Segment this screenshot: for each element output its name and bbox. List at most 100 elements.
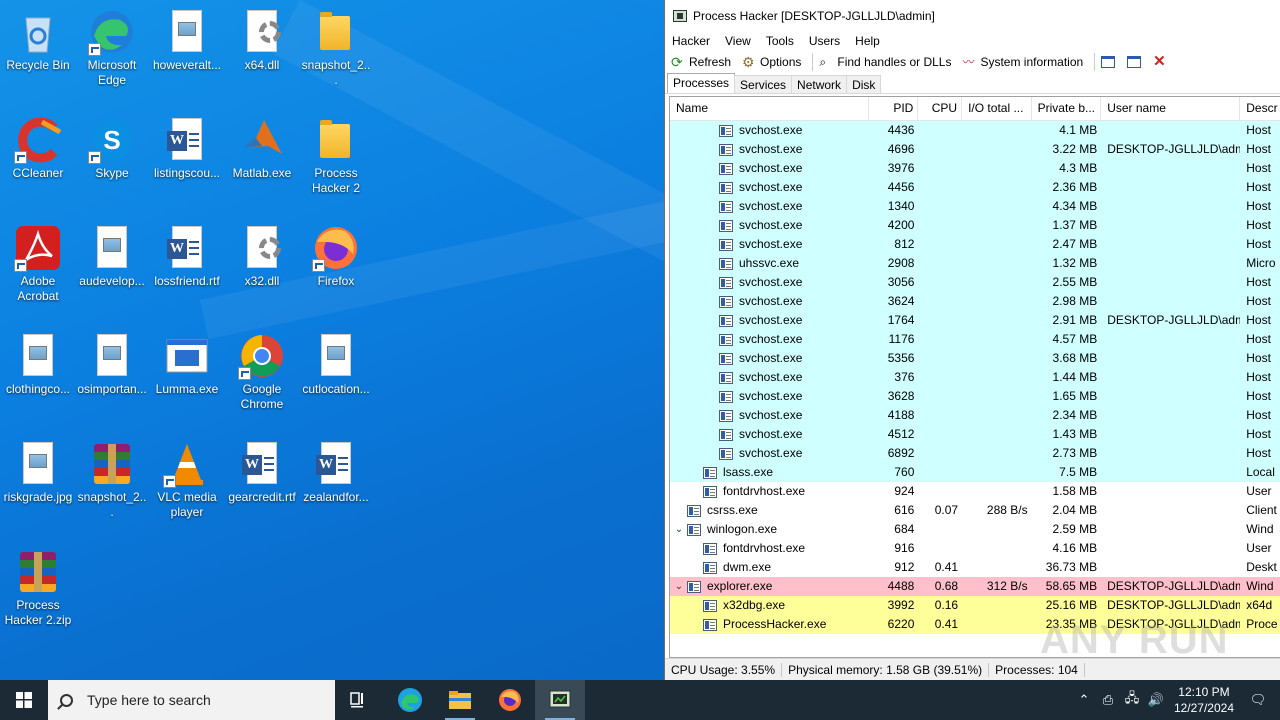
notification-icon[interactable]: 🗨 bbox=[1246, 692, 1270, 708]
task-view-button[interactable] bbox=[335, 680, 385, 720]
process-description: Deskt bbox=[1246, 560, 1277, 574]
process-row[interactable]: svchost.exe 1340 4.34 MB Host bbox=[670, 197, 1280, 216]
process-row[interactable]: svchost.exe 376 1.44 MB Host bbox=[670, 368, 1280, 387]
desktop-icon[interactable]: S Skype bbox=[74, 112, 150, 216]
chevron-up-icon[interactable]: ⌃ bbox=[1072, 692, 1096, 708]
column-header-description[interactable]: Descr bbox=[1240, 97, 1280, 121]
process-icon bbox=[719, 390, 733, 403]
process-cpu bbox=[918, 273, 962, 292]
usb-device-icon[interactable]: ⎙ bbox=[1096, 692, 1120, 708]
process-user-name bbox=[1101, 482, 1240, 501]
column-header-pid[interactable]: PID bbox=[869, 97, 919, 121]
desktop-icon[interactable]: osimportan... bbox=[74, 328, 150, 432]
desktop-icon[interactable]: Process Hacker 2 bbox=[298, 112, 374, 216]
process-row[interactable]: ⌄ explorer.exe 4488 0.68 312 B/s 58.65 MB DESK… bbox=[670, 577, 1280, 596]
process-row[interactable]: svchost.exe 4512 1.43 MB Host bbox=[670, 425, 1280, 444]
show-window-button[interactable] bbox=[1101, 56, 1119, 68]
process-row[interactable]: svchost.exe 4188 2.34 MB Host bbox=[670, 406, 1280, 425]
desktop-icon[interactable]: Google Chrome bbox=[224, 328, 300, 432]
clock[interactable]: 12:10 PM 12/27/2024 bbox=[1174, 684, 1234, 716]
desktop-icon[interactable]: snapshot_2... bbox=[298, 4, 374, 108]
taskbar-firefox[interactable] bbox=[485, 680, 535, 720]
start-button[interactable] bbox=[0, 680, 48, 720]
process-hacker-window[interactable]: Process Hacker [DESKTOP-JGLLJLD\admin] H… bbox=[664, 0, 1280, 680]
column-header-name[interactable]: Name bbox=[670, 97, 869, 121]
menu-help[interactable]: Help bbox=[855, 34, 880, 48]
process-row[interactable]: lsass.exe 760 7.5 MB Local bbox=[670, 463, 1280, 482]
chevron-down-icon[interactable]: ⌄ bbox=[674, 577, 684, 596]
desktop-icon[interactable]: riskgrade.jpg bbox=[0, 436, 76, 540]
process-row[interactable]: csrss.exe 616 0.07 288 B/s 2.04 MB Client bbox=[670, 501, 1280, 520]
process-tree[interactable]: Name PID CPU I/O total ... Private b... … bbox=[669, 96, 1280, 658]
desktop-icon[interactable]: Wgearcredit.rtf bbox=[224, 436, 300, 540]
desktop-icon[interactable]: Microsoft Edge bbox=[74, 4, 150, 108]
desktop-icon-label: audevelop... bbox=[79, 274, 145, 288]
process-row[interactable]: fontdrvhost.exe 916 4.16 MB User bbox=[670, 539, 1280, 558]
find-handles-button[interactable]: ⌕ Find handles or DLLs bbox=[819, 55, 951, 69]
desktop-icon[interactable]: Process Hacker 2.zip bbox=[0, 544, 76, 648]
process-row[interactable]: svchost.exe 1176 4.57 MB Host bbox=[670, 330, 1280, 349]
desktop-icon[interactable]: Wlossfriend.rtf bbox=[149, 220, 225, 324]
tab-processes[interactable]: Processes bbox=[667, 73, 736, 93]
process-row[interactable]: svchost.exe 3056 2.55 MB Host bbox=[670, 273, 1280, 292]
menu-hacker[interactable]: Hacker bbox=[672, 34, 710, 48]
process-row[interactable]: svchost.exe 5356 3.68 MB Host bbox=[670, 349, 1280, 368]
taskbar-edge[interactable] bbox=[385, 680, 435, 720]
column-header-io-total[interactable]: I/O total ... bbox=[962, 97, 1032, 121]
column-header-private-bytes[interactable]: Private b... bbox=[1032, 97, 1102, 121]
desktop-icon[interactable]: x32.dll bbox=[224, 220, 300, 324]
process-row[interactable]: x32dbg.exe 3992 0.16 25.16 MB DESKTOP-JGLLJL… bbox=[670, 596, 1280, 615]
desktop-icon[interactable]: clothingco... bbox=[0, 328, 76, 432]
process-row[interactable]: svchost.exe 4456 2.36 MB Host bbox=[670, 178, 1280, 197]
process-row[interactable]: ⌄ winlogon.exe 684 2.59 MB Wind bbox=[670, 520, 1280, 539]
title-bar[interactable]: Process Hacker [DESKTOP-JGLLJLD\admin] bbox=[665, 0, 1280, 31]
process-row[interactable]: svchost.exe 4200 1.37 MB Host bbox=[670, 216, 1280, 235]
menu-users[interactable]: Users bbox=[809, 34, 840, 48]
desktop-icon[interactable]: Firefox bbox=[298, 220, 374, 324]
terminate-button[interactable]: ✕ bbox=[1153, 54, 1171, 69]
process-user-name bbox=[1101, 178, 1240, 197]
options-button[interactable]: ⚙ Options bbox=[742, 55, 801, 69]
desktop-icon[interactable]: Wzealandfor... bbox=[298, 436, 374, 540]
desktop-icon[interactable]: Matlab.exe bbox=[224, 112, 300, 216]
process-row[interactable]: svchost.exe 812 2.47 MB Host bbox=[670, 235, 1280, 254]
desktop-icon[interactable]: snapshot_2... bbox=[74, 436, 150, 540]
taskbar-process-hacker[interactable] bbox=[535, 680, 585, 720]
tab-services[interactable]: Services bbox=[734, 75, 793, 93]
tab-disk[interactable]: Disk bbox=[846, 75, 882, 93]
network-icon[interactable]: 🖧 bbox=[1120, 689, 1144, 711]
process-row[interactable]: svchost.exe 3976 4.3 MB Host bbox=[670, 159, 1280, 178]
desktop-icon[interactable]: Wlistingscou... bbox=[149, 112, 225, 216]
desktop-icon[interactable]: Adobe Acrobat bbox=[0, 220, 76, 324]
process-row[interactable]: svchost.exe 4436 4.1 MB Host bbox=[670, 121, 1280, 140]
menu-view[interactable]: View bbox=[725, 34, 751, 48]
process-row[interactable]: svchost.exe 6892 2.73 MB Host bbox=[670, 444, 1280, 463]
tab-network[interactable]: Network bbox=[791, 75, 848, 93]
process-row[interactable]: dwm.exe 912 0.41 36.73 MB Deskt bbox=[670, 558, 1280, 577]
process-row[interactable]: svchost.exe 1764 2.91 MB DESKTOP-JGLLJLD\ad… bbox=[670, 311, 1280, 330]
process-name: svchost.exe bbox=[739, 218, 803, 232]
process-row[interactable]: svchost.exe 3624 2.98 MB Host bbox=[670, 292, 1280, 311]
search-box[interactable]: Type here to search bbox=[48, 680, 335, 720]
find-window-button[interactable] bbox=[1127, 56, 1145, 68]
system-information-button[interactable]: 〰 System information bbox=[962, 55, 1083, 69]
volume-icon[interactable]: 🔊 bbox=[1144, 692, 1168, 708]
desktop-icon[interactable]: CCleaner bbox=[0, 112, 76, 216]
column-header-cpu[interactable]: CPU bbox=[918, 97, 963, 121]
desktop-icon[interactable]: cutlocation... bbox=[298, 328, 374, 432]
desktop-icon[interactable]: howeveralt... bbox=[149, 4, 225, 108]
menu-tools[interactable]: Tools bbox=[766, 34, 794, 48]
process-row[interactable]: svchost.exe 3628 1.65 MB Host bbox=[670, 387, 1280, 406]
process-row[interactable]: fontdrvhost.exe 924 1.58 MB User bbox=[670, 482, 1280, 501]
taskbar-file-explorer[interactable] bbox=[435, 680, 485, 720]
desktop-icon[interactable]: audevelop... bbox=[74, 220, 150, 324]
desktop-icon[interactable]: VLC media player bbox=[149, 436, 225, 540]
chevron-down-icon[interactable]: ⌄ bbox=[674, 520, 684, 539]
process-row[interactable]: uhssvc.exe 2908 1.32 MB Micro bbox=[670, 254, 1280, 273]
desktop-icon[interactable]: Recycle Bin bbox=[0, 4, 76, 108]
column-header-user-name[interactable]: User name bbox=[1101, 97, 1241, 121]
desktop-icon[interactable]: Lumma.exe bbox=[149, 328, 225, 432]
process-row[interactable]: svchost.exe 4696 3.22 MB DESKTOP-JGLLJLD\ad… bbox=[670, 140, 1280, 159]
desktop-icon[interactable]: x64.dll bbox=[224, 4, 300, 108]
refresh-button[interactable]: ⟳ Refresh bbox=[671, 55, 731, 69]
